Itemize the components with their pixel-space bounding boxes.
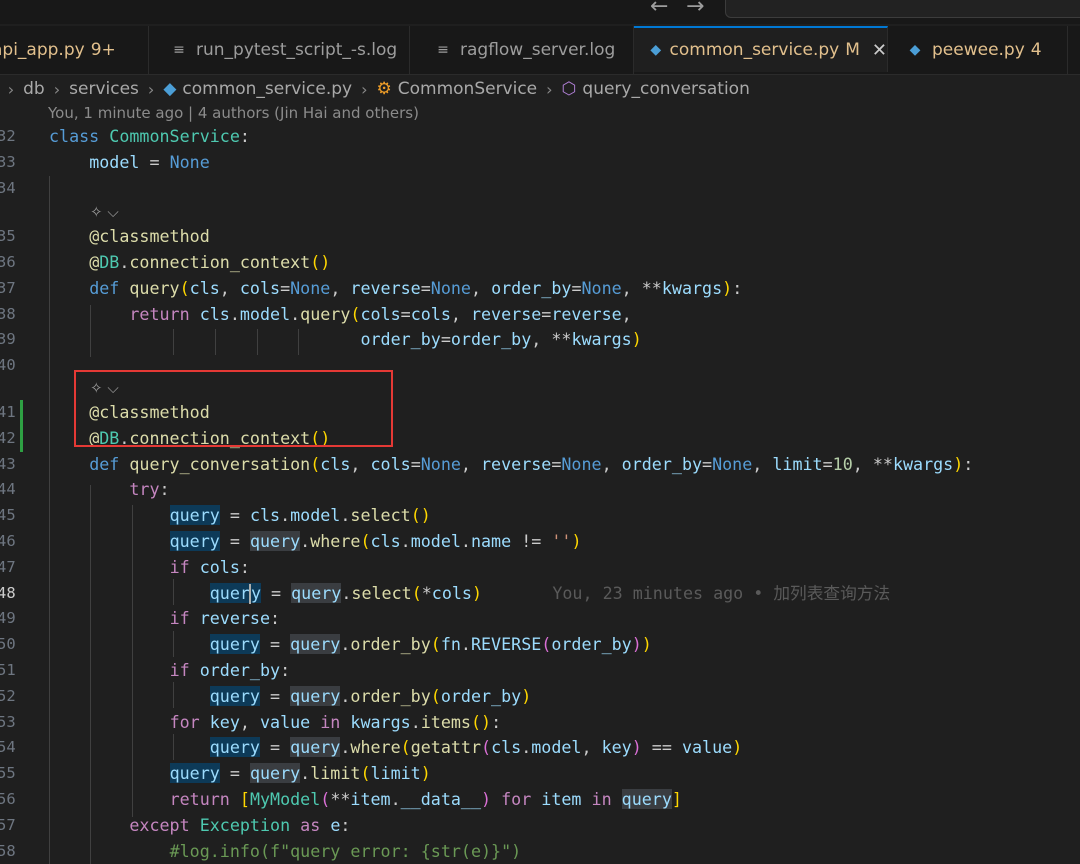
- code-line[interactable]: 43 def query_conversation(cls, cols=None…: [0, 452, 1080, 478]
- line-number: 34: [0, 178, 16, 197]
- line-number: 52: [0, 686, 16, 705]
- code-line[interactable]: 36 @DB.connection_context(): [0, 250, 1080, 276]
- inline-blame[interactable]: You, 23 minutes ago • 加列表查询方法: [552, 583, 890, 603]
- problem-count-badge: 4: [1030, 40, 1042, 60]
- line-number: 55: [0, 764, 16, 783]
- code-line[interactable]: 32 class CommonService:: [0, 124, 1080, 150]
- modified-badge: M: [845, 40, 860, 60]
- code-line[interactable]: 57 except Exception as e:: [0, 813, 1080, 839]
- tab-label: ragflow_server.log: [460, 40, 616, 60]
- line-number: 32: [0, 127, 16, 145]
- tab-peewee[interactable]: ◆ peewee.py 4: [888, 26, 1068, 74]
- code-line[interactable]: 49 if reverse:: [0, 606, 1080, 632]
- code-line[interactable]: 34: [0, 176, 1080, 202]
- code-line[interactable]: 39 order_by=order_by, **kwargs): [0, 327, 1080, 353]
- text-cursor: [248, 584, 251, 605]
- line-number: 57: [0, 815, 16, 834]
- breadcrumb-item-file[interactable]: common_service.py: [182, 79, 352, 99]
- line-number: 43: [0, 454, 16, 473]
- python-file-icon: ◆: [650, 42, 662, 58]
- code-line[interactable]: 38 return cls.model.query(cols=cols, rev…: [0, 302, 1080, 328]
- line-number: 46: [0, 532, 16, 550]
- chevron-right-icon: ›: [361, 79, 368, 99]
- line-number: 49: [0, 609, 16, 628]
- annotation-highlight-box: [74, 370, 393, 447]
- line-number: 42: [0, 428, 16, 447]
- line-number: 45: [0, 506, 16, 525]
- breadcrumb-item-class[interactable]: CommonService: [398, 79, 537, 99]
- code-line[interactable]: 50 query = query.order_by(fn.REVERSE(ord…: [0, 632, 1080, 658]
- line-number: 44: [0, 480, 16, 499]
- code-line[interactable]: 54 query = query.where(getattr(cls.model…: [0, 735, 1080, 761]
- chevron-right-icon: ›: [147, 79, 155, 99]
- code-line[interactable]: 45 query = cls.model.select(): [0, 503, 1080, 529]
- breadcrumb-item-method[interactable]: query_conversation: [582, 79, 749, 99]
- code-line[interactable]: 47 if cols:: [0, 555, 1080, 581]
- code-line[interactable]: 58 #log.info(f"query error: {str(e)}"): [0, 839, 1080, 864]
- code-line[interactable]: 35 @classmethod: [0, 224, 1080, 250]
- code-line-current[interactable]: 48 query = query.select(*cols) You, 23 m…: [0, 581, 1080, 607]
- code-line[interactable]: 37 def query(cls, cols=None, reverse=Non…: [0, 276, 1080, 302]
- chevron-right-icon: ›: [546, 79, 553, 99]
- line-number: 48: [0, 583, 16, 602]
- line-number: 39: [0, 330, 16, 349]
- line-number: 33: [0, 152, 16, 171]
- tab-label: run_pytest_script_-s.log: [196, 40, 398, 60]
- line-number: 36: [0, 253, 16, 271]
- line-number: 54: [0, 738, 16, 757]
- log-file-icon: ≡: [437, 42, 449, 58]
- breadcrumb: i › db › services › ◆ common_service.py …: [0, 75, 1080, 103]
- codelens-blame[interactable]: You, 1 minute ago | 4 authors (Jin Hai a…: [48, 104, 419, 122]
- line-number: 58: [0, 841, 16, 860]
- chevron-right-icon: ›: [7, 79, 15, 99]
- code-line[interactable]: 51 if order_by:: [0, 658, 1080, 684]
- close-icon[interactable]: ✕: [872, 40, 887, 61]
- forward-arrow-icon[interactable]: →: [686, 0, 704, 19]
- class-symbol-icon: ⚙: [376, 79, 392, 99]
- chevron-right-icon: ›: [53, 79, 61, 99]
- line-number: 50: [0, 635, 16, 654]
- log-file-icon: ≡: [173, 42, 185, 58]
- title-bar: ← →: [0, 0, 1080, 24]
- tab-ragflow-server-log[interactable]: ≡ ragflow_server.log: [410, 26, 634, 74]
- tab-api-app[interactable]: api_app.py 9+: [0, 26, 149, 74]
- added-line-marker: [20, 400, 23, 426]
- code-line[interactable]: 55 query = query.limit(limit): [0, 761, 1080, 787]
- code-line[interactable]: 46 query = query.where(cls.model.name !=…: [0, 529, 1080, 555]
- python-file-icon: ◆: [163, 79, 177, 99]
- tab-label: api_app.py: [0, 40, 85, 60]
- python-file-icon: ◆: [909, 42, 921, 58]
- command-center-search[interactable]: [725, 0, 1080, 18]
- tab-label: peewee.py: [932, 40, 1025, 60]
- code-line[interactable]: 44 try:: [0, 477, 1080, 503]
- tab-run-pytest-log[interactable]: ≡ run_pytest_script_-s.log: [148, 26, 410, 74]
- code-line[interactable]: 52 query = query.order_by(order_by): [0, 684, 1080, 710]
- line-number: 56: [0, 790, 16, 808]
- back-arrow-icon[interactable]: ←: [650, 0, 668, 19]
- added-line-marker: [20, 425, 23, 452]
- code-line[interactable]: 33 model = None: [0, 150, 1080, 176]
- line-number: 40: [0, 356, 16, 375]
- code-line[interactable]: 53 for key, value in kwargs.items():: [0, 710, 1080, 736]
- breadcrumb-item-db[interactable]: db: [23, 79, 45, 99]
- line-number: 38: [0, 304, 16, 323]
- problem-count-badge: 9+: [90, 40, 116, 60]
- line-number: 51: [0, 661, 16, 679]
- tab-common-service[interactable]: ◆ common_service.py M ✕: [634, 26, 888, 72]
- copilot-sparkle-icon[interactable]: ✧ ⌵: [90, 203, 119, 221]
- line-number: 35: [0, 227, 16, 246]
- breadcrumb-item-services[interactable]: services: [69, 79, 139, 99]
- line-number: 53: [0, 712, 16, 731]
- line-number: 37: [0, 278, 16, 297]
- line-number: 41: [0, 403, 16, 421]
- code-line[interactable]: 56 return [MyModel(**item.__data__) for …: [0, 787, 1080, 813]
- method-symbol-icon: ⬡: [561, 79, 577, 99]
- tab-label: common_service.py: [669, 40, 840, 60]
- editor-tab-bar: api_app.py 9+ ≡ run_pytest_script_-s.log…: [0, 26, 1080, 75]
- line-number: 47: [0, 557, 16, 576]
